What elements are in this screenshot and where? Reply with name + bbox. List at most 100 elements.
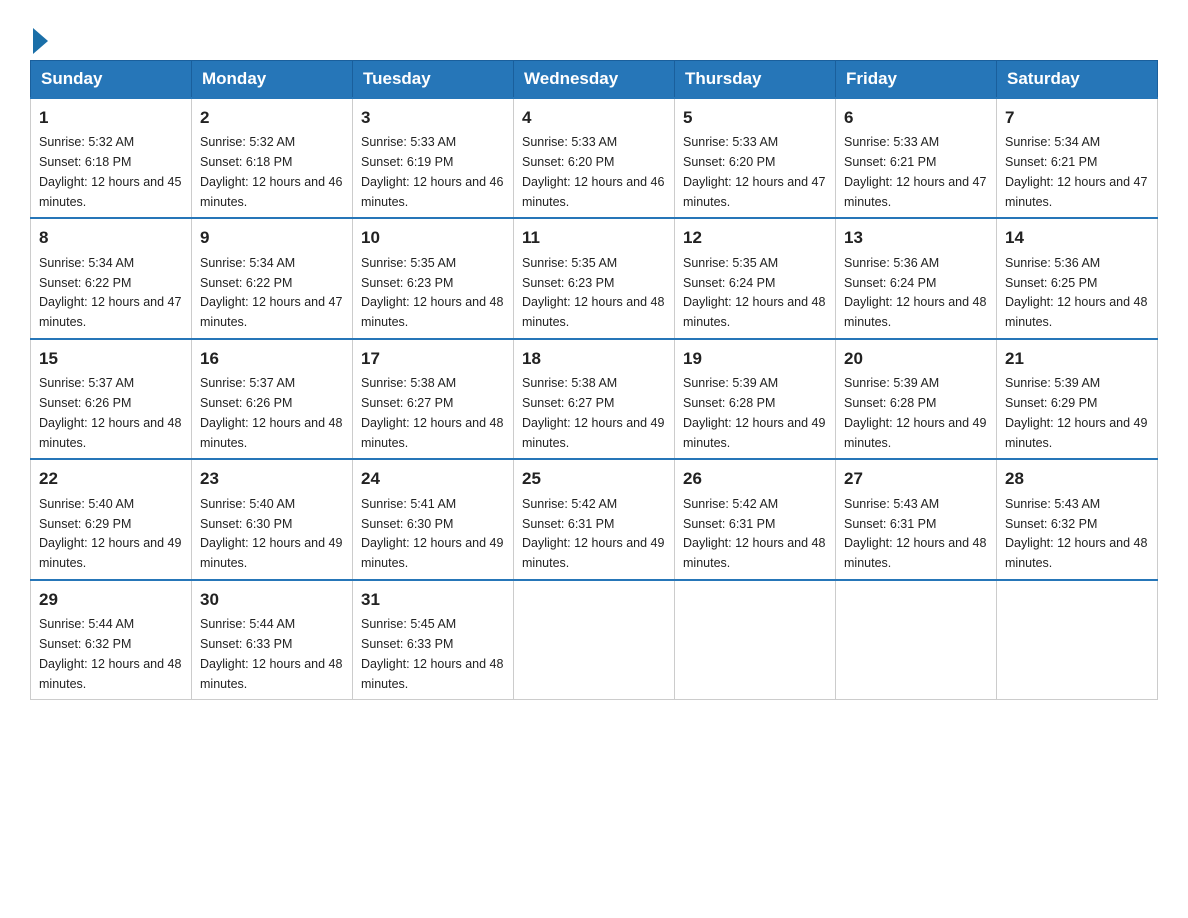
day-number: 22	[39, 466, 183, 492]
day-info: Sunrise: 5:33 AMSunset: 6:20 PMDaylight:…	[522, 135, 664, 208]
day-number: 4	[522, 105, 666, 131]
calendar-cell: 23 Sunrise: 5:40 AMSunset: 6:30 PMDaylig…	[192, 459, 353, 580]
day-info: Sunrise: 5:33 AMSunset: 6:20 PMDaylight:…	[683, 135, 825, 208]
day-number: 20	[844, 346, 988, 372]
week-row-5: 29 Sunrise: 5:44 AMSunset: 6:32 PMDaylig…	[31, 580, 1158, 700]
day-number: 2	[200, 105, 344, 131]
weekday-header-wednesday: Wednesday	[514, 60, 675, 98]
day-number: 5	[683, 105, 827, 131]
day-info: Sunrise: 5:33 AMSunset: 6:21 PMDaylight:…	[844, 135, 986, 208]
week-row-1: 1 Sunrise: 5:32 AMSunset: 6:18 PMDayligh…	[31, 98, 1158, 219]
day-number: 1	[39, 105, 183, 131]
calendar-cell: 14 Sunrise: 5:36 AMSunset: 6:25 PMDaylig…	[997, 218, 1158, 339]
logo	[30, 20, 48, 50]
calendar-cell: 22 Sunrise: 5:40 AMSunset: 6:29 PMDaylig…	[31, 459, 192, 580]
calendar-cell: 13 Sunrise: 5:36 AMSunset: 6:24 PMDaylig…	[836, 218, 997, 339]
day-info: Sunrise: 5:34 AMSunset: 6:22 PMDaylight:…	[39, 256, 181, 329]
day-number: 9	[200, 225, 344, 251]
calendar-cell: 31 Sunrise: 5:45 AMSunset: 6:33 PMDaylig…	[353, 580, 514, 700]
calendar-cell: 9 Sunrise: 5:34 AMSunset: 6:22 PMDayligh…	[192, 218, 353, 339]
calendar-cell: 25 Sunrise: 5:42 AMSunset: 6:31 PMDaylig…	[514, 459, 675, 580]
calendar-cell: 3 Sunrise: 5:33 AMSunset: 6:19 PMDayligh…	[353, 98, 514, 219]
weekday-header-thursday: Thursday	[675, 60, 836, 98]
day-number: 23	[200, 466, 344, 492]
day-info: Sunrise: 5:34 AMSunset: 6:22 PMDaylight:…	[200, 256, 342, 329]
calendar-cell: 27 Sunrise: 5:43 AMSunset: 6:31 PMDaylig…	[836, 459, 997, 580]
day-number: 11	[522, 225, 666, 251]
day-info: Sunrise: 5:39 AMSunset: 6:29 PMDaylight:…	[1005, 376, 1147, 449]
week-row-3: 15 Sunrise: 5:37 AMSunset: 6:26 PMDaylig…	[31, 339, 1158, 460]
logo-arrow-icon	[33, 28, 48, 54]
day-number: 25	[522, 466, 666, 492]
day-number: 28	[1005, 466, 1149, 492]
day-info: Sunrise: 5:43 AMSunset: 6:31 PMDaylight:…	[844, 497, 986, 570]
day-info: Sunrise: 5:36 AMSunset: 6:24 PMDaylight:…	[844, 256, 986, 329]
day-info: Sunrise: 5:38 AMSunset: 6:27 PMDaylight:…	[361, 376, 503, 449]
day-info: Sunrise: 5:35 AMSunset: 6:24 PMDaylight:…	[683, 256, 825, 329]
day-number: 3	[361, 105, 505, 131]
day-info: Sunrise: 5:42 AMSunset: 6:31 PMDaylight:…	[683, 497, 825, 570]
calendar-cell: 30 Sunrise: 5:44 AMSunset: 6:33 PMDaylig…	[192, 580, 353, 700]
calendar-cell	[514, 580, 675, 700]
day-info: Sunrise: 5:33 AMSunset: 6:19 PMDaylight:…	[361, 135, 503, 208]
calendar-cell: 29 Sunrise: 5:44 AMSunset: 6:32 PMDaylig…	[31, 580, 192, 700]
calendar-cell: 11 Sunrise: 5:35 AMSunset: 6:23 PMDaylig…	[514, 218, 675, 339]
day-number: 8	[39, 225, 183, 251]
day-number: 12	[683, 225, 827, 251]
calendar-cell: 28 Sunrise: 5:43 AMSunset: 6:32 PMDaylig…	[997, 459, 1158, 580]
day-info: Sunrise: 5:32 AMSunset: 6:18 PMDaylight:…	[39, 135, 181, 208]
calendar-cell: 8 Sunrise: 5:34 AMSunset: 6:22 PMDayligh…	[31, 218, 192, 339]
day-number: 31	[361, 587, 505, 613]
calendar-cell: 7 Sunrise: 5:34 AMSunset: 6:21 PMDayligh…	[997, 98, 1158, 219]
calendar-cell: 19 Sunrise: 5:39 AMSunset: 6:28 PMDaylig…	[675, 339, 836, 460]
day-info: Sunrise: 5:42 AMSunset: 6:31 PMDaylight:…	[522, 497, 664, 570]
calendar-cell	[997, 580, 1158, 700]
day-number: 18	[522, 346, 666, 372]
day-info: Sunrise: 5:37 AMSunset: 6:26 PMDaylight:…	[200, 376, 342, 449]
day-number: 14	[1005, 225, 1149, 251]
day-info: Sunrise: 5:45 AMSunset: 6:33 PMDaylight:…	[361, 617, 503, 690]
calendar-cell: 15 Sunrise: 5:37 AMSunset: 6:26 PMDaylig…	[31, 339, 192, 460]
calendar-table: SundayMondayTuesdayWednesdayThursdayFrid…	[30, 60, 1158, 701]
day-info: Sunrise: 5:39 AMSunset: 6:28 PMDaylight:…	[683, 376, 825, 449]
calendar-cell: 16 Sunrise: 5:37 AMSunset: 6:26 PMDaylig…	[192, 339, 353, 460]
day-number: 7	[1005, 105, 1149, 131]
calendar-cell	[836, 580, 997, 700]
day-info: Sunrise: 5:35 AMSunset: 6:23 PMDaylight:…	[522, 256, 664, 329]
week-row-4: 22 Sunrise: 5:40 AMSunset: 6:29 PMDaylig…	[31, 459, 1158, 580]
day-number: 16	[200, 346, 344, 372]
day-info: Sunrise: 5:34 AMSunset: 6:21 PMDaylight:…	[1005, 135, 1147, 208]
day-info: Sunrise: 5:32 AMSunset: 6:18 PMDaylight:…	[200, 135, 342, 208]
day-info: Sunrise: 5:41 AMSunset: 6:30 PMDaylight:…	[361, 497, 503, 570]
logo-general-text	[30, 20, 48, 54]
day-number: 26	[683, 466, 827, 492]
day-number: 29	[39, 587, 183, 613]
calendar-cell: 10 Sunrise: 5:35 AMSunset: 6:23 PMDaylig…	[353, 218, 514, 339]
day-number: 17	[361, 346, 505, 372]
calendar-cell: 18 Sunrise: 5:38 AMSunset: 6:27 PMDaylig…	[514, 339, 675, 460]
calendar-cell	[675, 580, 836, 700]
calendar-cell: 4 Sunrise: 5:33 AMSunset: 6:20 PMDayligh…	[514, 98, 675, 219]
day-number: 15	[39, 346, 183, 372]
weekday-header-row: SundayMondayTuesdayWednesdayThursdayFrid…	[31, 60, 1158, 98]
day-number: 13	[844, 225, 988, 251]
calendar-cell: 20 Sunrise: 5:39 AMSunset: 6:28 PMDaylig…	[836, 339, 997, 460]
day-number: 30	[200, 587, 344, 613]
calendar-cell: 24 Sunrise: 5:41 AMSunset: 6:30 PMDaylig…	[353, 459, 514, 580]
day-number: 6	[844, 105, 988, 131]
day-number: 10	[361, 225, 505, 251]
day-number: 19	[683, 346, 827, 372]
calendar-cell: 12 Sunrise: 5:35 AMSunset: 6:24 PMDaylig…	[675, 218, 836, 339]
weekday-header-saturday: Saturday	[997, 60, 1158, 98]
day-info: Sunrise: 5:40 AMSunset: 6:30 PMDaylight:…	[200, 497, 342, 570]
calendar-cell: 17 Sunrise: 5:38 AMSunset: 6:27 PMDaylig…	[353, 339, 514, 460]
day-info: Sunrise: 5:39 AMSunset: 6:28 PMDaylight:…	[844, 376, 986, 449]
weekday-header-tuesday: Tuesday	[353, 60, 514, 98]
day-info: Sunrise: 5:36 AMSunset: 6:25 PMDaylight:…	[1005, 256, 1147, 329]
day-info: Sunrise: 5:40 AMSunset: 6:29 PMDaylight:…	[39, 497, 181, 570]
weekday-header-monday: Monday	[192, 60, 353, 98]
page-header	[30, 20, 1158, 50]
weekday-header-sunday: Sunday	[31, 60, 192, 98]
day-number: 21	[1005, 346, 1149, 372]
week-row-2: 8 Sunrise: 5:34 AMSunset: 6:22 PMDayligh…	[31, 218, 1158, 339]
